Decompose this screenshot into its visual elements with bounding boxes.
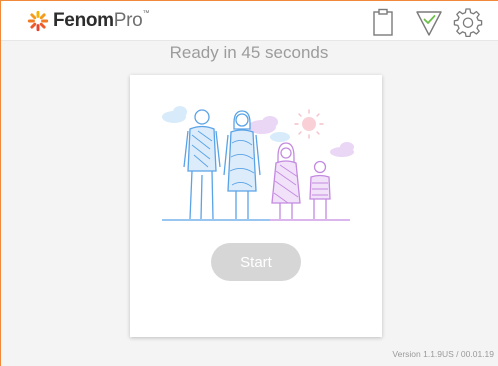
sunburst-logo-icon [27,10,49,32]
ready-countdown-text: Ready in 45 seconds [169,43,329,62]
family-illustration [162,106,354,221]
logo-suffix-text: Pro [113,10,143,31]
gear-icon [453,8,483,38]
clipboard-button[interactable] [368,7,398,37]
cloud-icon [162,106,187,123]
start-button[interactable]: Start [211,243,301,281]
fenompro-logo: FenomPro™ [27,10,149,32]
clipboard-icon [373,8,393,36]
son-figure [309,160,331,219]
sun-icon [294,109,324,139]
top-bar: FenomPro™ [1,1,498,41]
settings-button[interactable] [453,7,483,38]
logo-trademark: ™ [142,10,150,17]
results-check-button[interactable] [414,7,444,37]
version-label: Version 1.1.9US / 00.01.19 [392,349,494,359]
logo-brand-text: Fenom [53,10,114,31]
start-test-card: Start [130,75,382,337]
checkmark-icon [416,11,442,36]
daughter-figure [271,142,301,219]
father-figure [183,109,221,220]
